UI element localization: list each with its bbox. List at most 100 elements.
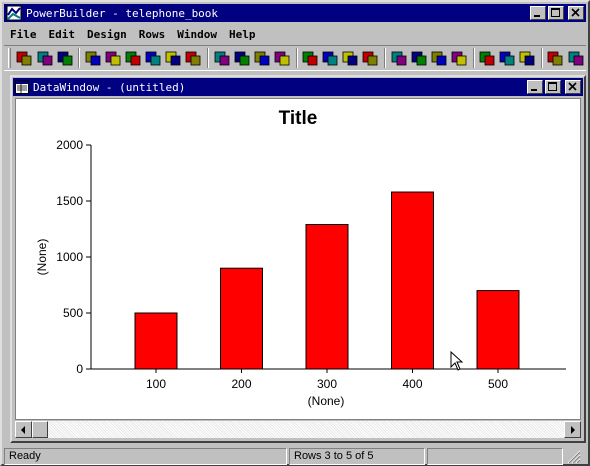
debug-icon (234, 51, 250, 66)
printer-button[interactable] (429, 47, 448, 69)
preview-button[interactable] (124, 47, 143, 69)
chart-icon (391, 51, 406, 66)
dw-minimize-button[interactable] (527, 80, 543, 94)
maximize-button[interactable] (548, 6, 564, 20)
y-tick-label: 1000 (56, 250, 83, 264)
function-icon (363, 51, 378, 66)
query-painter-icon (411, 51, 427, 66)
preview-icon (125, 51, 141, 66)
resize-grip-icon[interactable] (565, 448, 583, 465)
y-tick-label: 0 (76, 362, 83, 376)
datawindow-title: DataWindow - (untitled) (33, 80, 186, 94)
database-button[interactable] (83, 47, 102, 69)
powerbuilder-icon (6, 5, 22, 21)
close-icon (571, 8, 580, 17)
stop-button[interactable] (546, 47, 565, 69)
dw-close-button[interactable] (565, 80, 581, 94)
toolbar-grip[interactable] (8, 48, 11, 68)
x-tick-label: 200 (231, 377, 251, 391)
bar-chart: Title 0 500 1000 1500 2000 (None) 100 200 300 400 5… (35, 108, 566, 408)
bank-button[interactable] (449, 47, 468, 69)
run-button[interactable] (252, 47, 271, 69)
menu-help[interactable]: Help (223, 28, 262, 41)
scroll-right-button[interactable] (564, 421, 581, 438)
scroll-track[interactable] (32, 421, 564, 438)
chart-area: Title 0 500 1000 1500 2000 (None) 100 200 300 400 5… (15, 98, 581, 420)
bar-400 (391, 191, 434, 370)
exit-run-button[interactable] (518, 47, 537, 69)
function-button[interactable] (361, 47, 380, 69)
menu-icon (568, 51, 583, 66)
user-objects-button[interactable] (301, 47, 320, 69)
minimize-button[interactable] (530, 6, 546, 20)
app-window: PowerBuilder - telephone_book File Edit … (0, 0, 590, 466)
x-tick-label: 500 (488, 377, 508, 391)
table-button[interactable] (272, 47, 291, 69)
toolbar (4, 45, 586, 71)
menu-button[interactable] (566, 47, 585, 69)
bank-icon (451, 51, 467, 66)
data-window-button[interactable] (341, 47, 360, 69)
menu-edit[interactable]: Edit (43, 28, 82, 41)
app-title: PowerBuilder - telephone_book (26, 6, 219, 20)
menu-design[interactable]: Design (81, 28, 133, 41)
stop-icon (548, 51, 563, 66)
datawindow-frame: DataWindow - (untitled) Title 0 500 1000 150… (10, 75, 586, 443)
structure-icon (105, 51, 121, 66)
datawindow-titlebar[interactable]: DataWindow - (untitled) (13, 78, 583, 96)
mouse-cursor-icon (450, 351, 464, 371)
toolbar-separator (295, 48, 298, 68)
query-painter-button[interactable] (409, 47, 428, 69)
arrow-left-icon (20, 425, 25, 434)
status-text: Ready (4, 448, 287, 465)
library-button[interactable] (55, 47, 74, 69)
x-axis-label: (None) (308, 394, 345, 408)
library-icon (57, 51, 73, 66)
color-button[interactable] (498, 47, 517, 69)
scroll-left-button[interactable] (15, 421, 32, 438)
menu-rows[interactable]: Rows (133, 28, 172, 41)
maximize-icon (548, 82, 557, 91)
close-button[interactable] (568, 6, 584, 20)
application-button[interactable] (144, 47, 163, 69)
query-button[interactable] (164, 47, 183, 69)
dw-maximize-button[interactable] (545, 80, 561, 94)
database-icon (85, 51, 101, 66)
menu-file[interactable]: File (4, 28, 43, 41)
report-button[interactable] (212, 47, 231, 69)
app-titlebar[interactable]: PowerBuilder - telephone_book (4, 4, 586, 22)
scroll-thumb[interactable] (32, 421, 48, 438)
color-icon (499, 51, 515, 66)
toolbar-separator (540, 48, 543, 68)
bar-300 (305, 224, 349, 370)
chart-button[interactable] (389, 47, 408, 69)
edit-button[interactable] (478, 47, 497, 69)
table-icon (274, 51, 290, 66)
new-button[interactable] (15, 47, 34, 69)
x-tick-label: 400 (402, 377, 422, 391)
debug-button[interactable] (232, 47, 251, 69)
menu-window[interactable]: Window (171, 28, 223, 41)
toolbar-separator (207, 48, 209, 68)
toolbar-separator (78, 48, 81, 68)
data-pipeline-button[interactable] (184, 47, 203, 69)
y-tick-label: 500 (63, 306, 83, 320)
db-profile-icon (322, 51, 338, 66)
db-profile-button[interactable] (321, 47, 340, 69)
chart-title: Title (279, 108, 318, 129)
datawindow-icon (15, 80, 29, 94)
arrow-right-icon (570, 425, 575, 434)
status-extra (427, 448, 563, 465)
x-tick-label: 100 (146, 377, 166, 391)
open-button[interactable] (35, 47, 54, 69)
open-icon (37, 51, 52, 66)
y-tick-label: 1500 (56, 194, 83, 208)
close-icon (568, 82, 577, 91)
status-rows: Rows 3 to 5 of 5 (289, 448, 425, 465)
menubar: File Edit Design Rows Window Help (4, 24, 586, 44)
structure-button[interactable] (103, 47, 122, 69)
printer-icon (431, 51, 447, 66)
bar-500 (476, 290, 520, 370)
toolbar-separator (384, 48, 386, 68)
horizontal-scrollbar[interactable] (15, 421, 581, 438)
